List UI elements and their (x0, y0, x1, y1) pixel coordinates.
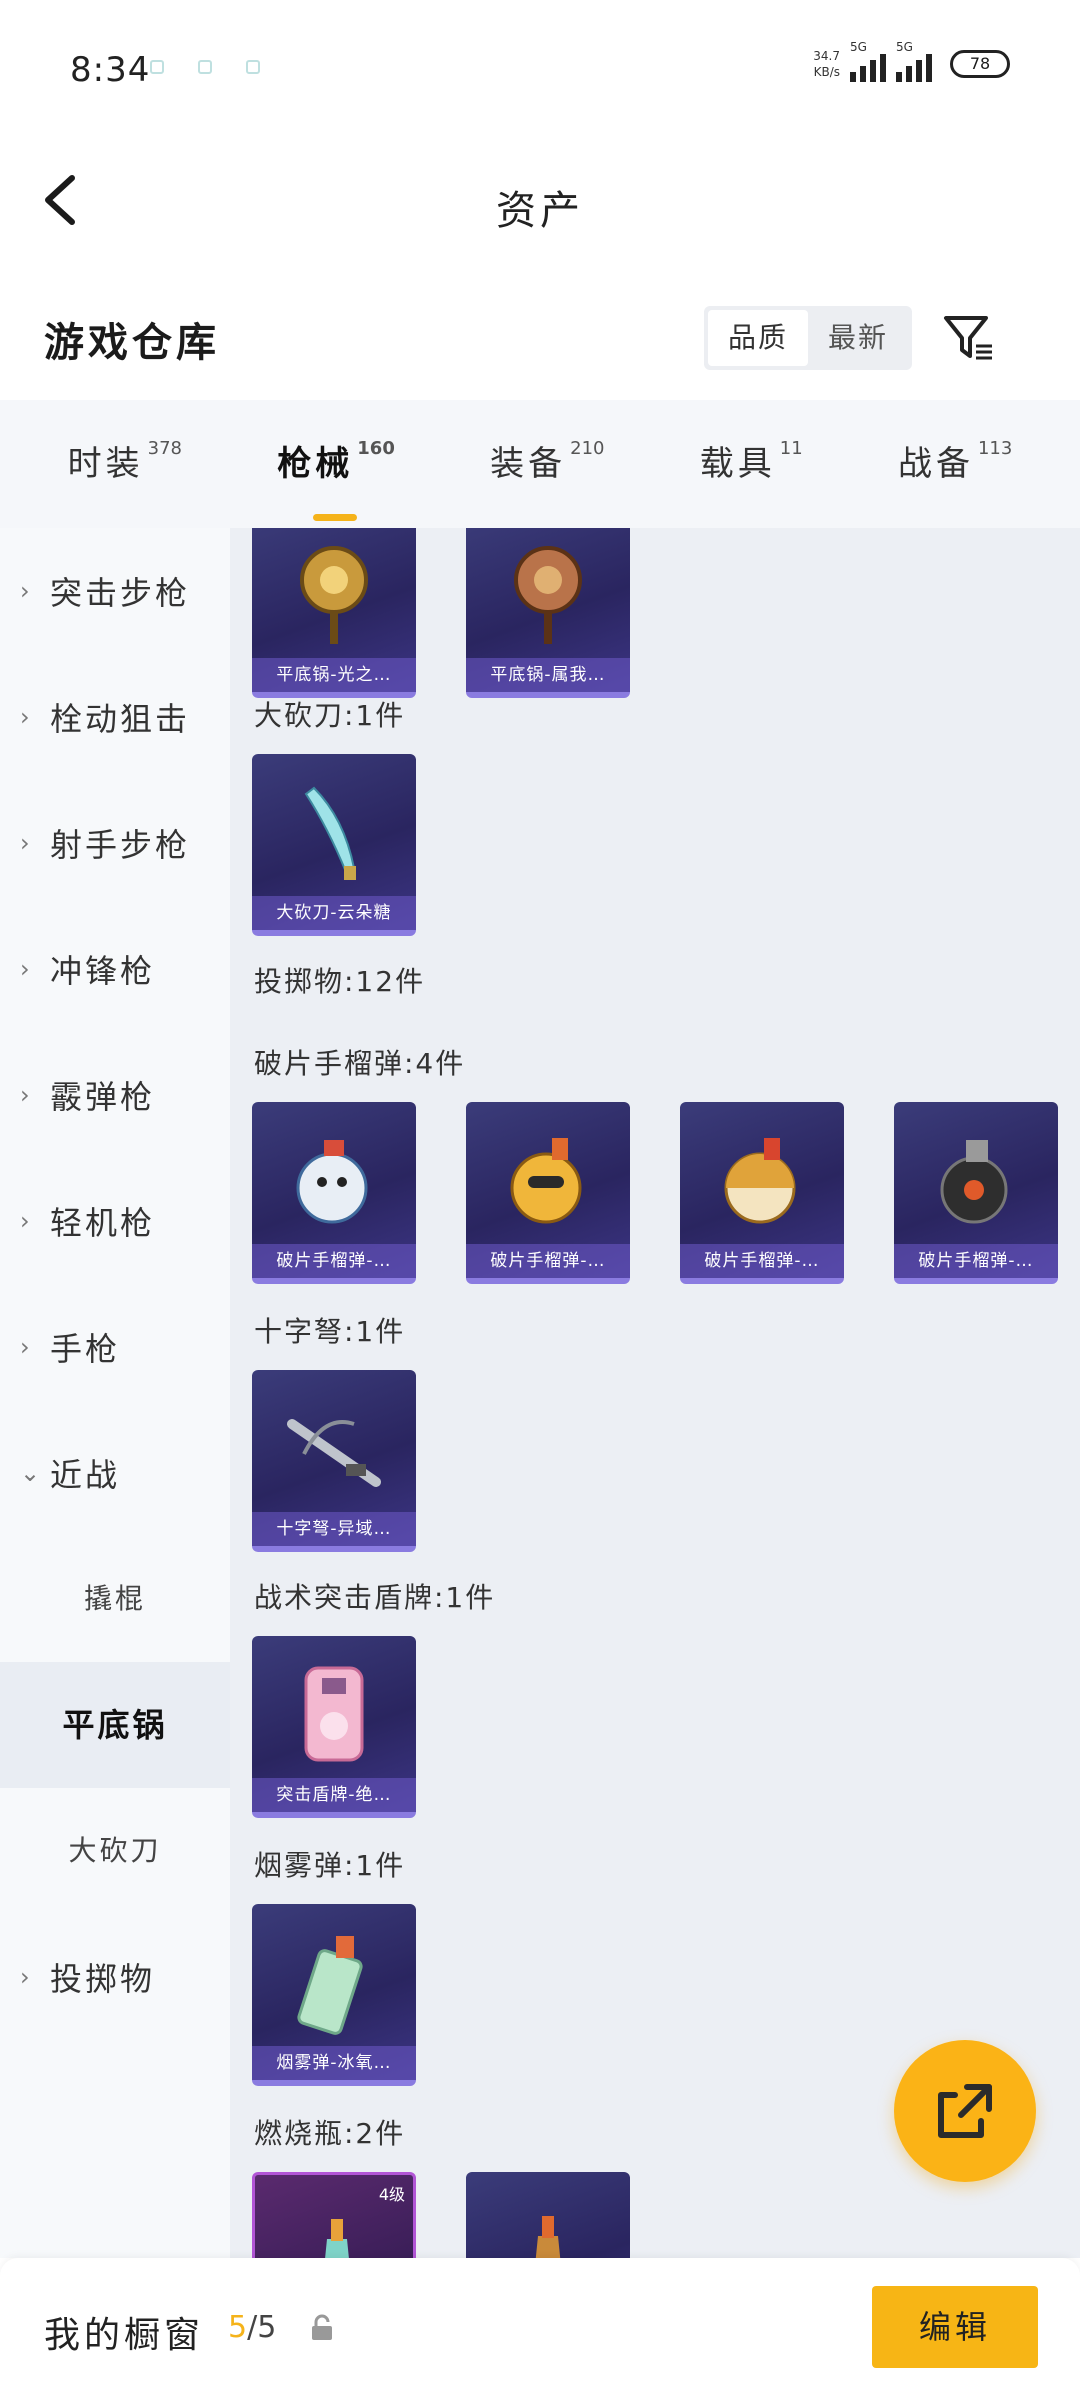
smoke-grenade-icon (297, 1936, 363, 2035)
lock-icon (312, 2314, 332, 2340)
notification-icon (246, 60, 260, 74)
notification-icons (150, 60, 260, 74)
grenade-icon (940, 1140, 1008, 1224)
chevron-right-icon: › (20, 1081, 33, 1109)
section-header: 游戏仓库 品质 最新 (0, 270, 1080, 400)
sidebar-item-melee[interactable]: ⌄ 近战 (0, 1410, 230, 1536)
tab-equipment[interactable]: 装备 210 (490, 436, 604, 493)
chevron-right-icon: › (20, 577, 33, 605)
grenade-icon (510, 1138, 582, 1224)
group-label: 战术突击盾牌:1件 (254, 1581, 496, 1614)
status-right: 34.7 KB/s 5G 5G 78 (813, 40, 1010, 82)
item-card[interactable]: 平底锅-光之… (252, 528, 416, 698)
tab-fashion[interactable]: 时装 378 (68, 436, 182, 493)
sidebar-item-assault-rifle[interactable]: › 突击步枪 (0, 528, 230, 654)
group-label: 十字弩:1件 (254, 1315, 406, 1348)
sidebar-sub-pan[interactable]: 平底锅 (0, 1662, 230, 1788)
sort-option-quality[interactable]: 品质 (708, 310, 809, 366)
sidebar-item-throwables[interactable]: › 投掷物 (0, 1914, 230, 2040)
group-label: 投掷物:12件 (254, 965, 426, 998)
sidebar-sub-crowbar[interactable]: 撬棍 (0, 1536, 230, 1662)
item-card[interactable]: 烟雾弹-冰氧… (252, 1904, 416, 2086)
sidebar-item-lmg[interactable]: › 轻机枪 (0, 1158, 230, 1284)
status-time: 8:34 (70, 50, 151, 90)
signal-icon: 5G (896, 40, 932, 82)
showcase-label: 我的橱窗 (44, 2315, 205, 2356)
item-card[interactable]: 破片手榴弹-… (466, 1102, 630, 1284)
item-card[interactable]: 破片手榴弹-… (252, 1102, 416, 1284)
sidebar-item-shotgun[interactable]: › 霰弹枪 (0, 1032, 230, 1158)
sidebar-item-marksman-rifle[interactable]: › 射手步枪 (0, 780, 230, 906)
chevron-right-icon: › (20, 1333, 33, 1361)
group-label: 烟雾弹:1件 (254, 1849, 406, 1882)
weapon-category-sidebar: › 突击步枪 › 栓动狙击 › 射手步枪 › 冲锋枪 › 霰弹枪 › 轻机枪 › 手枪 ⌄ 近战… (0, 528, 230, 2258)
molotov-icon (325, 2219, 349, 2258)
showcase-count: 5/5 (228, 2310, 277, 2345)
sidebar-item-smg[interactable]: › 冲锋枪 (0, 906, 230, 1032)
sort-option-newest[interactable]: 最新 (808, 310, 908, 366)
section-title: 游戏仓库 (44, 320, 220, 366)
tab-vehicles[interactable]: 载具 11 (700, 436, 803, 493)
tab-battle-supplies[interactable]: 战备 113 (898, 436, 1012, 493)
group-label: 燃烧瓶:2件 (254, 2117, 406, 2150)
grenade-icon (296, 1140, 368, 1224)
notification-icon (198, 60, 212, 74)
filter-icon[interactable] (940, 310, 996, 366)
item-card[interactable]: 平底锅-属我… (466, 528, 630, 698)
shield-icon (304, 1666, 364, 1762)
item-card[interactable]: 十字弩-异域… (252, 1370, 416, 1552)
signal-icon: 5G (850, 40, 886, 82)
chevron-right-icon: › (20, 955, 33, 983)
chevron-right-icon: › (20, 829, 33, 857)
chevron-right-icon: › (20, 1207, 33, 1235)
machete-icon (304, 786, 356, 880)
chevron-down-icon: ⌄ (20, 1459, 44, 1487)
frying-pan-icon (300, 546, 368, 644)
edit-button[interactable]: 编辑 (872, 2286, 1038, 2368)
crossbow-icon (287, 1419, 381, 1487)
frying-pan-icon (514, 546, 582, 644)
sidebar-item-bolt-sniper[interactable]: › 栓动狙击 (0, 654, 230, 780)
item-card[interactable] (466, 2172, 630, 2258)
battery-icon: 78 (950, 50, 1010, 78)
item-card[interactable]: 破片手榴弹-… (680, 1102, 844, 1284)
notification-icon (150, 60, 164, 74)
group-label: 破片手榴弹:4件 (254, 1047, 466, 1080)
net-speed: 34.7 KB/s (813, 49, 840, 79)
app-header: 资产 (0, 130, 1080, 270)
item-card[interactable]: 破片手榴弹-… (894, 1102, 1058, 1284)
group-label: 大砍刀:1件 (254, 699, 406, 732)
molotov-icon (535, 2216, 561, 2258)
chevron-right-icon: › (20, 703, 33, 731)
item-card[interactable]: 突击盾牌-绝… (252, 1636, 416, 1818)
share-fab-button[interactable] (894, 2040, 1036, 2182)
grenade-icon (724, 1138, 796, 1224)
showcase-bar: 我的橱窗 5/5 编辑 (0, 2258, 1080, 2400)
item-card[interactable]: 4级 (252, 2172, 416, 2258)
share-out-icon (938, 2084, 992, 2138)
sidebar-item-pistol[interactable]: › 手枪 (0, 1284, 230, 1410)
item-card[interactable]: 大砍刀-云朵糖 (252, 754, 416, 936)
tab-firearms[interactable]: 枪械 160 (277, 436, 395, 521)
category-tabs: 时装 378 枪械 160 装备 210 载具 11 战备 113 (0, 400, 1080, 528)
sort-toggle: 品质 最新 (704, 306, 913, 370)
chevron-right-icon: › (20, 1963, 33, 1991)
status-bar: 8:34 34.7 KB/s 5G 5G 78 (0, 0, 1080, 130)
sidebar-sub-machete[interactable]: 大砍刀 (0, 1788, 230, 1914)
page-title: 资产 (496, 188, 584, 234)
item-grid: 平底锅-光之… 平底锅-属我… 大砍刀:1件 大砍刀-云朵糖 投掷物:12件 破… (230, 528, 1080, 2258)
